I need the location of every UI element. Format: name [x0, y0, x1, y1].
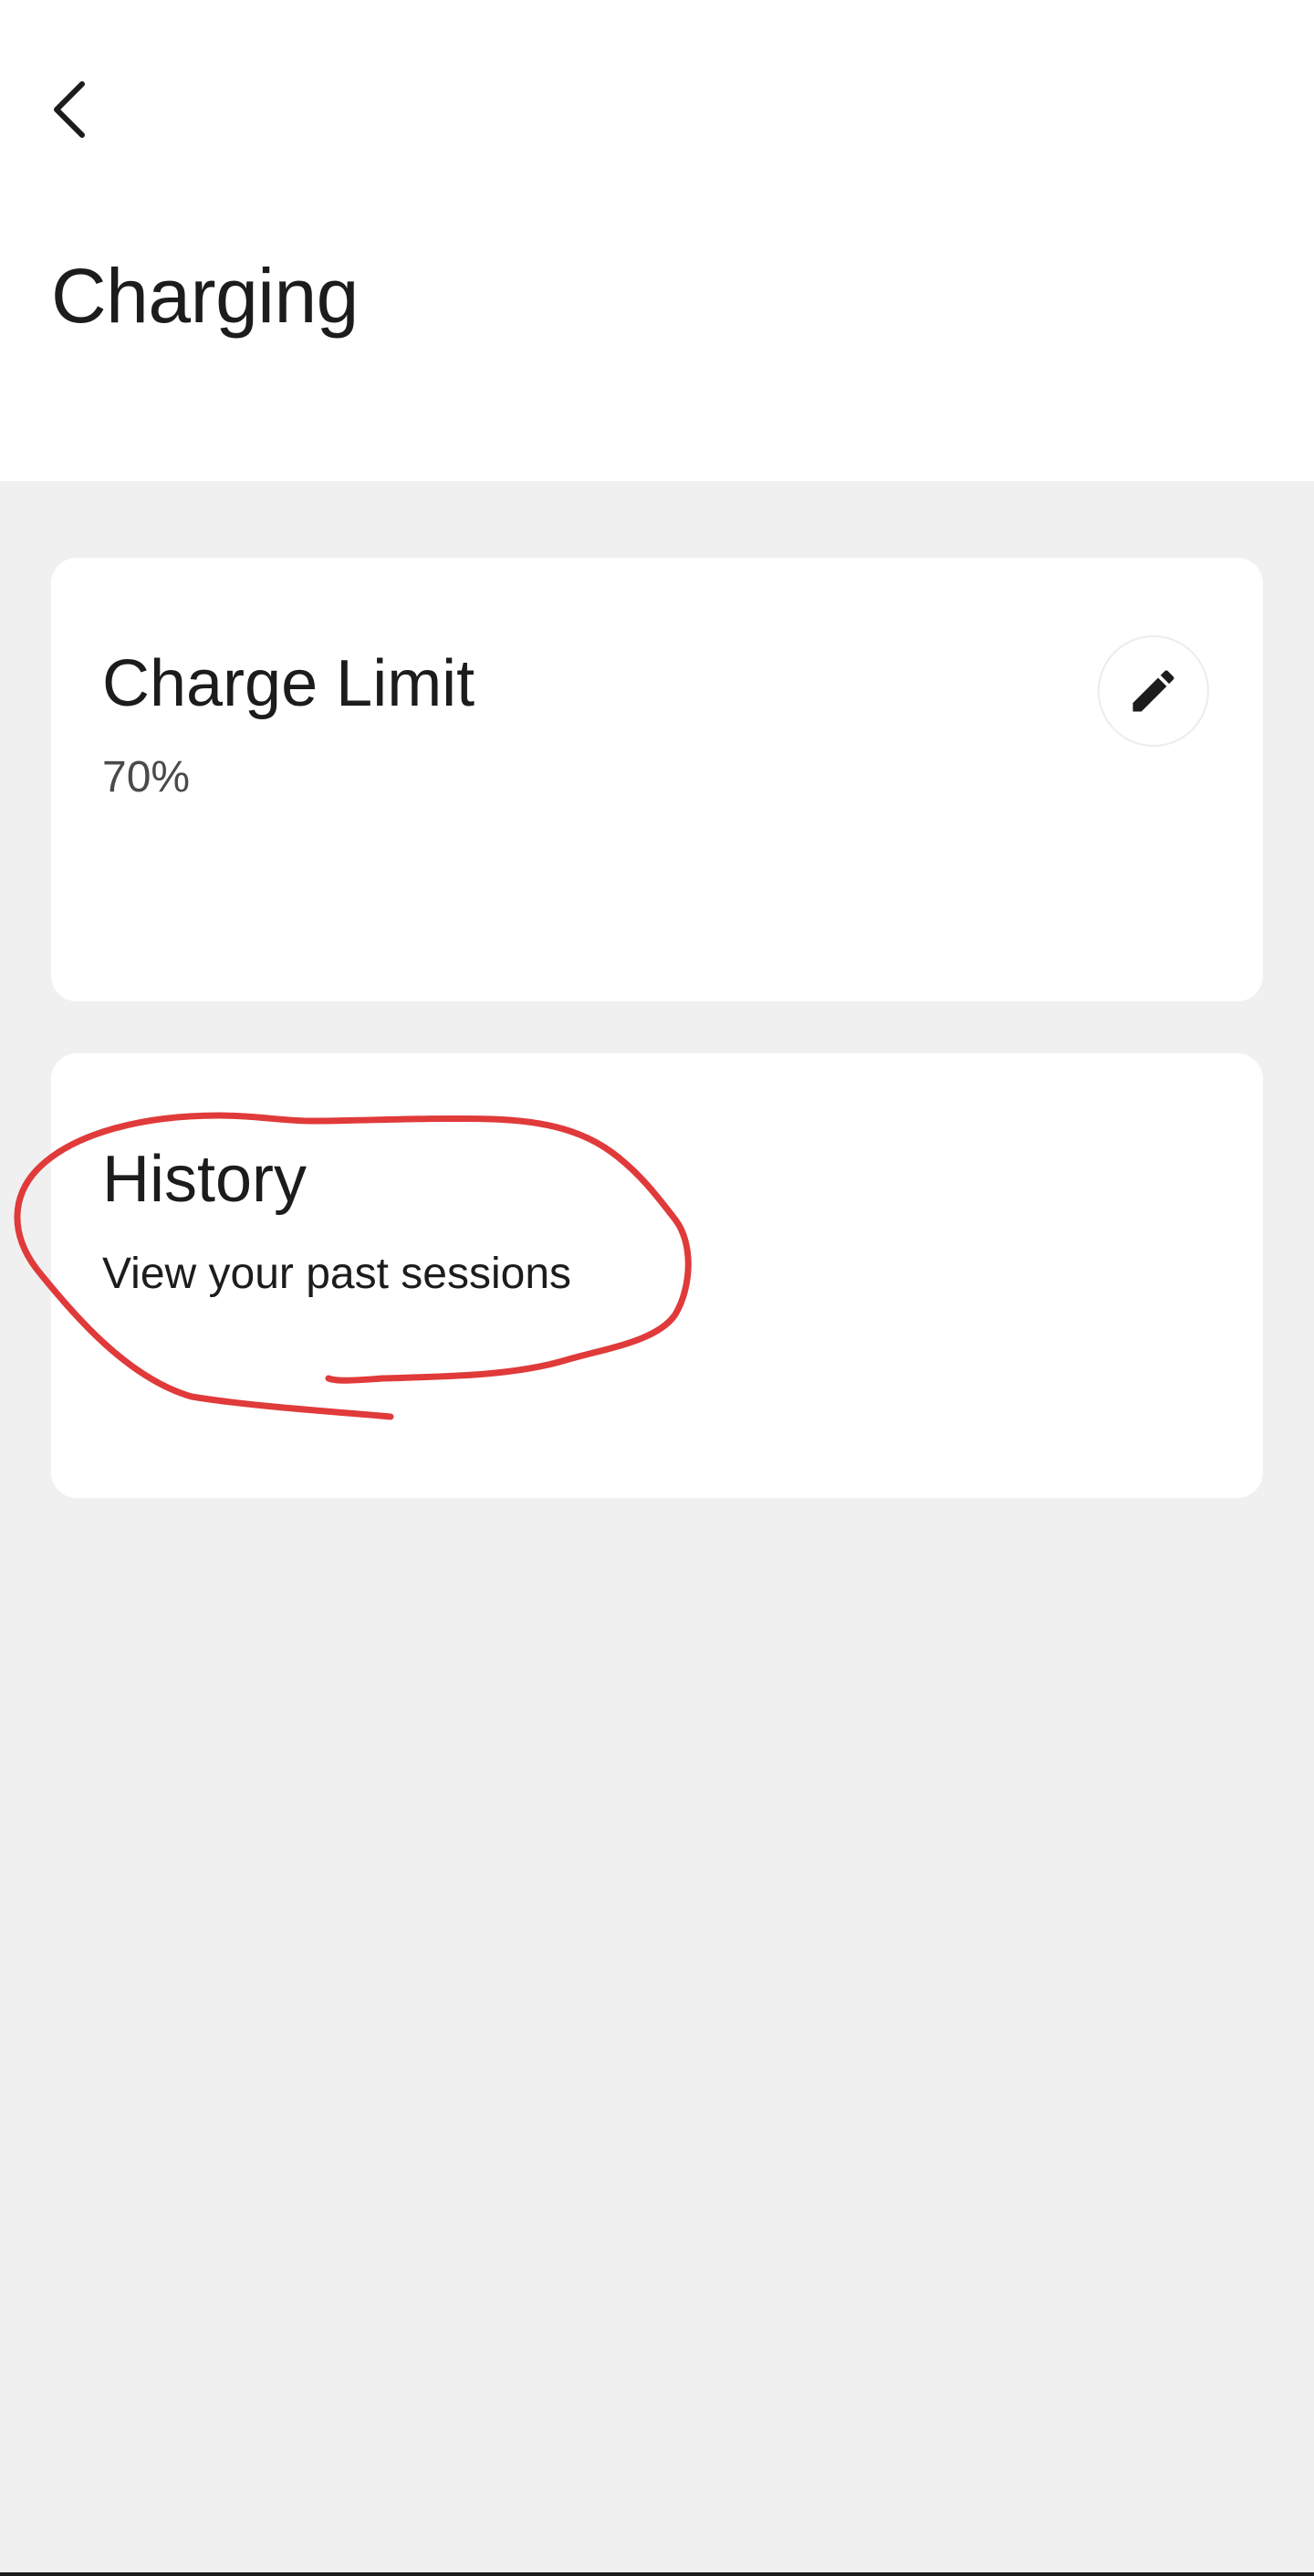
back-button[interactable] — [33, 64, 106, 155]
bottom-divider — [0, 2572, 1314, 2576]
history-title: History — [102, 1143, 308, 1216]
pencil-icon — [1132, 670, 1174, 712]
history-card[interactable]: History View your past sessions — [51, 1053, 1263, 1498]
charge-limit-title: Charge Limit — [102, 647, 475, 720]
charge-limit-card: Charge Limit 70% — [51, 558, 1263, 1001]
header: Charging — [0, 0, 1314, 481]
chevron-left-icon — [54, 81, 85, 138]
page-title: Charging — [51, 253, 359, 339]
history-subtitle: View your past sessions — [102, 1250, 572, 1298]
edit-charge-limit-button[interactable] — [1098, 635, 1209, 747]
charge-limit-value: 70% — [102, 753, 191, 801]
